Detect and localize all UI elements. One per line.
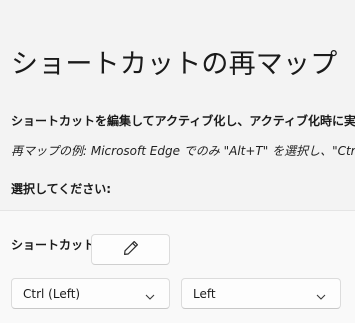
remap-example-text: 再マップの例: Microsoft Edge でのみ "Alt+T" を選択し、… <box>11 144 355 158</box>
action-key-dropdown[interactable]: Left <box>181 278 341 309</box>
pencil-icon <box>122 239 140 261</box>
page-description: ショートカットを編集してアクティブ化し、アクティブ化時に実行す <box>11 114 355 128</box>
page-title: ショートカットの再マップ <box>11 49 338 80</box>
edit-shortcut-button[interactable] <box>91 234 170 265</box>
action-key-value: Left <box>193 286 216 301</box>
chevron-down-icon <box>145 290 155 300</box>
chevron-down-icon <box>316 290 326 300</box>
shortcut-label: ショートカット: <box>11 238 100 252</box>
remap-shortcut-window: ショートカットの再マップ ショートカットを編集してアクティブ化し、アクティブ化時… <box>0 0 355 323</box>
select-instruction-label: 選択してください: <box>11 182 112 196</box>
modifier-key-value: Ctrl (Left) <box>23 286 81 301</box>
modifier-key-dropdown[interactable]: Ctrl (Left) <box>11 278 170 309</box>
